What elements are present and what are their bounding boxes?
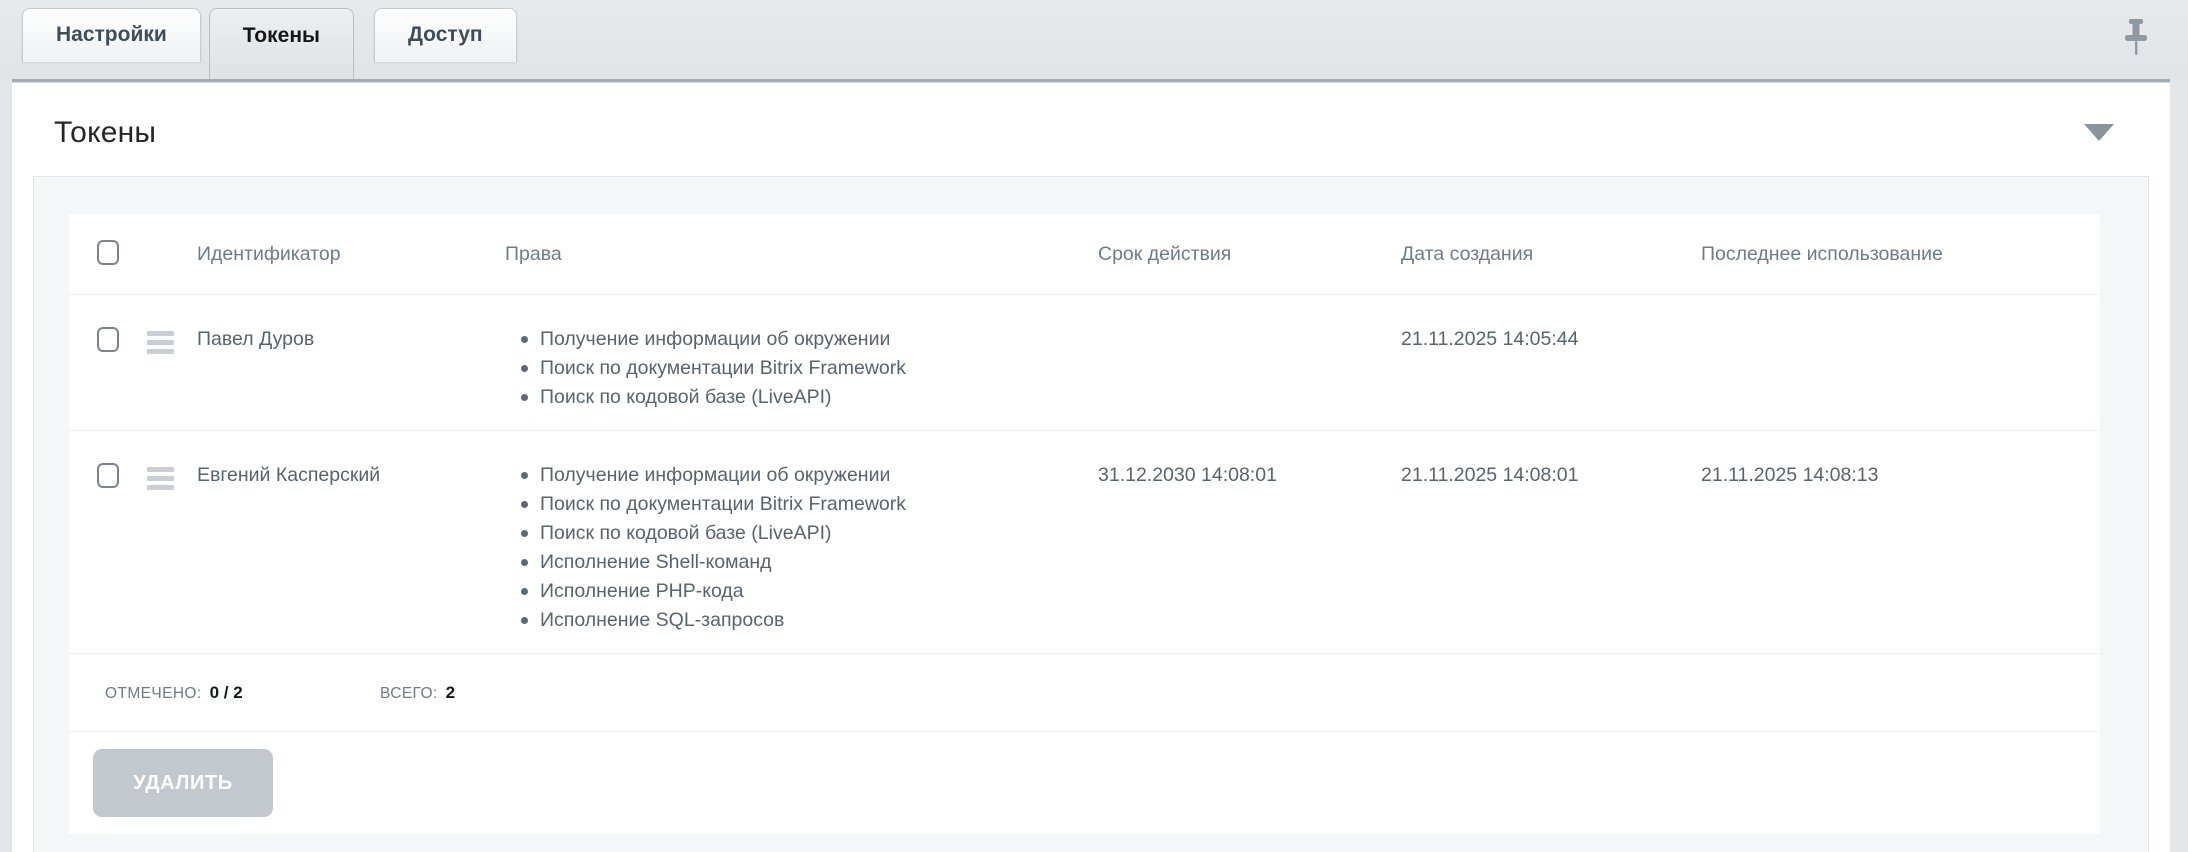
- tab-access[interactable]: Доступ: [374, 8, 517, 62]
- row-menu-cell: [147, 325, 197, 412]
- token-right-item: Поиск по кодовой базе (LiveAPI): [505, 519, 1098, 548]
- token-right-item: Получение информации об окружении: [505, 461, 1098, 490]
- table-footer: ОТМЕЧЕНО: 0 / 2 ВСЕГО: 2: [69, 653, 2100, 731]
- column-header-rights: Права: [505, 243, 1098, 266]
- tab-tokens[interactable]: Токены: [209, 8, 354, 79]
- page-title: Токены: [54, 116, 2118, 150]
- token-created: 21.11.2025 14:05:44: [1401, 325, 1701, 412]
- pin-icon[interactable]: [2122, 18, 2150, 56]
- actions-bar: УДАЛИТЬ: [69, 731, 2100, 834]
- token-right-item: Исполнение PHP-кода: [505, 577, 1098, 606]
- tokens-table: Идентификатор Права Срок действия Дата с…: [69, 214, 2100, 834]
- tab-bar: Настройки Токены Доступ: [0, 0, 2188, 79]
- row-checkbox-cell: [69, 461, 147, 635]
- token-right-item: Поиск по документации Bitrix Framework: [505, 490, 1098, 519]
- selected-counter: ОТМЕЧЕНО: 0 / 2: [105, 683, 380, 703]
- table-row: Евгений Касперский Получение информации …: [69, 430, 2100, 653]
- select-all-checkbox[interactable]: [97, 240, 119, 265]
- token-expires: 31.12.2030 14:08:01: [1098, 461, 1401, 635]
- token-rights-list: Получение информации об окруженииПоиск п…: [505, 461, 1098, 635]
- delete-button[interactable]: УДАЛИТЬ: [93, 749, 273, 817]
- header-checkbox-cell: [69, 238, 147, 270]
- tokens-panel: Токены Идентификатор Права Срок действия…: [12, 79, 2170, 852]
- row-checkbox-cell: [69, 325, 147, 412]
- token-rights-list: Получение информации об окруженииПоиск п…: [505, 325, 1098, 412]
- collapse-panel-icon[interactable]: [2084, 124, 2114, 141]
- token-last-used: 21.11.2025 14:08:13: [1701, 461, 2100, 635]
- row-menu-cell: [147, 461, 197, 635]
- table-row: Павел Дуров Получение информации об окру…: [69, 294, 2100, 430]
- column-header-created: Дата создания: [1401, 243, 1701, 266]
- token-right-item: Исполнение SQL-запросов: [505, 606, 1098, 635]
- token-right-item: Получение информации об окружении: [505, 325, 1098, 354]
- token-identifier: Евгений Касперский: [197, 461, 505, 635]
- token-expires: [1098, 325, 1401, 412]
- token-identifier: Павел Дуров: [197, 325, 505, 412]
- total-value: 2: [446, 683, 455, 703]
- selected-label: ОТМЕЧЕНО:: [105, 685, 202, 703]
- total-counter: ВСЕГО: 2: [380, 683, 455, 703]
- row-checkbox[interactable]: [97, 327, 119, 352]
- row-menu-icon[interactable]: [147, 331, 174, 358]
- row-checkbox[interactable]: [97, 463, 119, 488]
- token-rights-cell: Получение информации об окруженииПоиск п…: [505, 461, 1098, 635]
- table-header-row: Идентификатор Права Срок действия Дата с…: [69, 214, 2100, 294]
- panel-header: Токены: [12, 82, 2170, 176]
- row-menu-icon[interactable]: [147, 467, 174, 494]
- total-label: ВСЕГО:: [380, 685, 438, 703]
- token-right-item: Исполнение Shell-команд: [505, 548, 1098, 577]
- token-last-used: [1701, 325, 2100, 412]
- tab-settings[interactable]: Настройки: [22, 8, 201, 62]
- token-created: 21.11.2025 14:08:01: [1401, 461, 1701, 635]
- token-right-item: Поиск по документации Bitrix Framework: [505, 354, 1098, 383]
- token-rights-cell: Получение информации об окруженииПоиск п…: [505, 325, 1098, 412]
- column-header-last-used: Последнее использование: [1701, 243, 2100, 266]
- selected-value: 0 / 2: [210, 683, 243, 703]
- tabs: Настройки Токены Доступ: [22, 8, 525, 79]
- content-box: Идентификатор Права Срок действия Дата с…: [33, 176, 2149, 852]
- column-header-expires: Срок действия: [1098, 243, 1401, 266]
- column-header-identifier: Идентификатор: [197, 243, 505, 266]
- token-right-item: Поиск по кодовой базе (LiveAPI): [505, 383, 1098, 412]
